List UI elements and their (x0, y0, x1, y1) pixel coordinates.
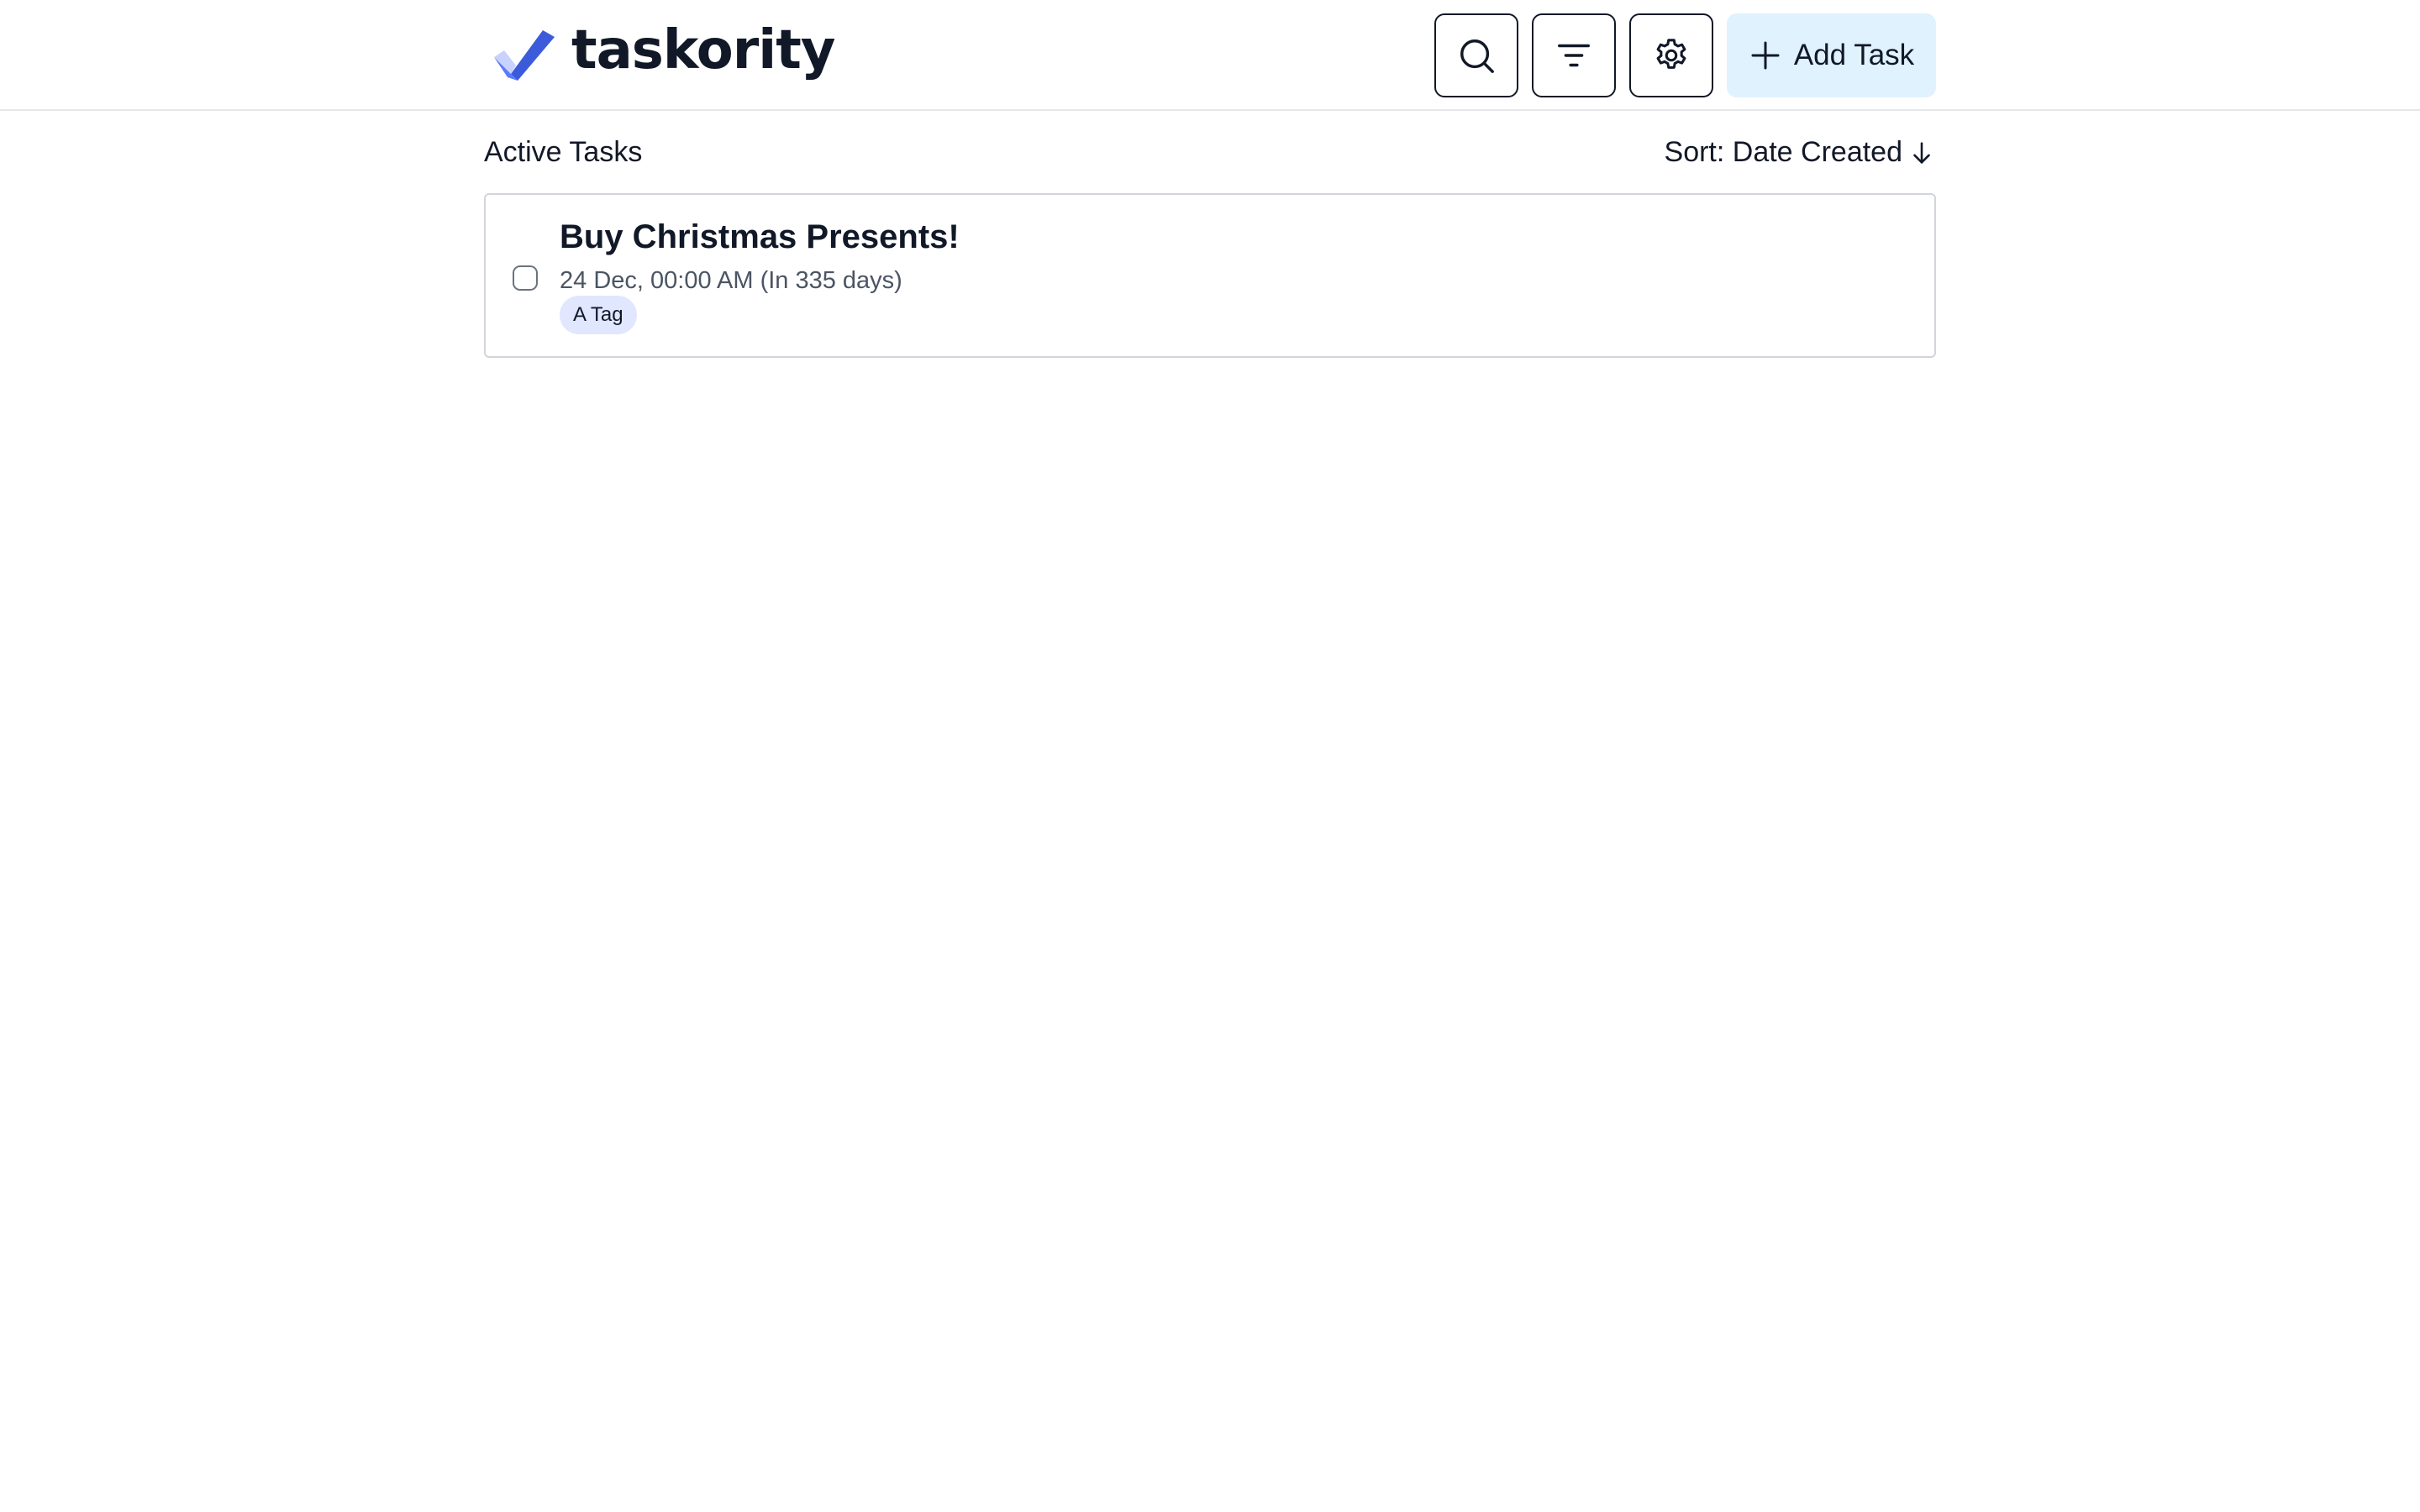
search-icon (1460, 39, 1494, 73)
search-button[interactable] (1434, 13, 1518, 97)
filter-button[interactable] (1532, 13, 1616, 97)
sort-button[interactable]: Sort: Date Created (1665, 136, 1936, 169)
settings-button[interactable] (1629, 13, 1713, 97)
header-container: taskority Add Task (484, 0, 1936, 111)
brand-name: taskority (571, 19, 835, 81)
logo-checkmark-icon (494, 30, 555, 81)
task-checkbox[interactable] (513, 265, 538, 291)
app-header: taskority Add Task (0, 0, 2420, 111)
logo[interactable]: taskority (492, 24, 835, 84)
arrow-down-icon (1913, 141, 1930, 164)
plus-icon (1751, 41, 1780, 70)
gear-icon (1656, 39, 1686, 69)
add-task-label: Add Task (1793, 39, 1915, 71)
sort-label: Sort: Date Created (1664, 136, 1902, 168)
section-title: Active Tasks (484, 136, 643, 168)
task-due-date: 24 Dec, 00:00 AM (In 335 days) (560, 267, 902, 294)
task-tag[interactable]: A Tag (560, 296, 637, 334)
task-title: Buy Christmas Presents! (560, 218, 960, 255)
task-card[interactable]: Buy Christmas Presents! 24 Dec, 00:00 AM… (484, 193, 1936, 358)
filter-icon (1558, 44, 1590, 67)
task-list-header: Active Tasks Sort: Date Created (484, 131, 1936, 175)
add-task-button[interactable]: Add Task (1727, 13, 1936, 97)
